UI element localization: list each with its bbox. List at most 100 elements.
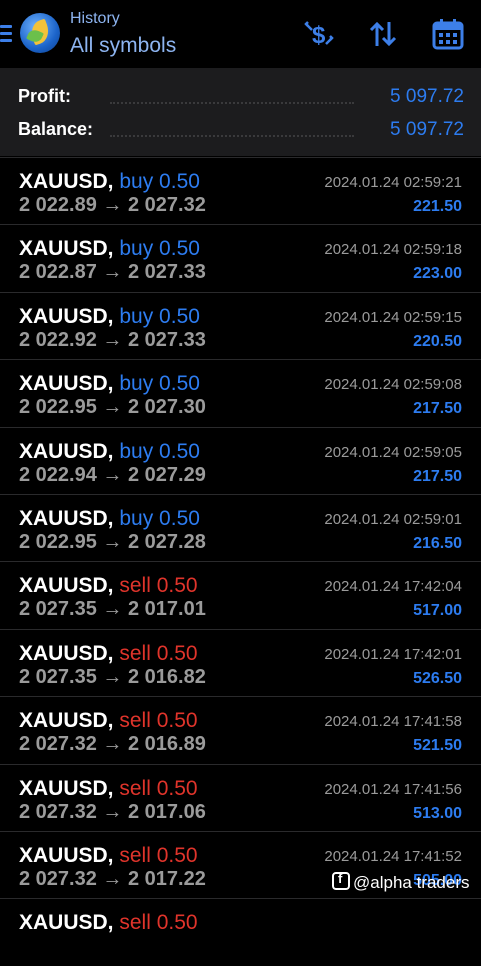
- trade-row[interactable]: XAUUSD, sell 0.50: [0, 898, 481, 965]
- symbol-name: XAUUSD,: [19, 304, 114, 328]
- trade-prices: 2 022.87 → 2 027.33: [19, 261, 206, 284]
- trade-side: buy 0.50: [119, 304, 200, 328]
- trade-side: buy 0.50: [119, 237, 200, 261]
- watermark: @alpha traders: [332, 871, 470, 893]
- symbol-name: XAUUSD,: [19, 237, 114, 261]
- trade-prices: 2 027.32 → 2 017.22: [19, 867, 206, 890]
- profit-label: Profit:: [18, 86, 71, 106]
- trade-profit: 223.00: [413, 265, 462, 283]
- symbol-name: XAUUSD,: [19, 709, 114, 733]
- trade-time: 2024.01.24 17:41:58: [324, 713, 462, 731]
- trade-prices: 2 027.35 → 2 017.01: [19, 598, 206, 621]
- trade-time: 2024.01.24 17:42:04: [324, 578, 462, 596]
- trade-symbol: XAUUSD, sell 0.50: [19, 777, 198, 801]
- trade-side: buy 0.50: [119, 372, 200, 396]
- trade-row[interactable]: XAUUSD, buy 0.50 2 022.87 → 2 027.33 2024.…: [0, 224, 481, 291]
- symbol-name: XAUUSD,: [19, 506, 114, 530]
- trade-time: 2024.01.24 02:59:05: [324, 443, 462, 461]
- trade-symbol: XAUUSD, buy 0.50: [19, 440, 200, 464]
- trade-time: 2024.01.24 17:41:52: [324, 847, 462, 865]
- trade-profit: 521.50: [413, 737, 462, 755]
- trade-symbol: XAUUSD, buy 0.50: [19, 372, 200, 396]
- trade-row[interactable]: XAUUSD, sell 0.50 2 027.35 → 2 017.01 2024…: [0, 561, 481, 628]
- calendar-icon[interactable]: [432, 18, 464, 50]
- balance-label: Balance:: [18, 119, 94, 139]
- trade-symbol: XAUUSD, sell 0.50: [19, 709, 198, 733]
- trade-profit: 526.50: [413, 669, 462, 687]
- account-summary: Profit: 5 097.72 Balance: 5 097.72: [0, 68, 481, 156]
- trade-prices: 2 027.32 → 2 016.89: [19, 733, 206, 756]
- trade-row[interactable]: XAUUSD, sell 0.50 2 027.32 → 2 016.89 2024…: [0, 696, 481, 763]
- trade-time: 2024.01.24 02:59:15: [324, 308, 462, 326]
- symbol-name: XAUUSD,: [19, 372, 114, 396]
- symbol-name: XAUUSD,: [19, 776, 114, 800]
- trade-profit: 217.50: [413, 467, 462, 485]
- trade-side: buy 0.50: [119, 439, 200, 463]
- trade-profit: 221.50: [413, 198, 462, 215]
- dollar-filter-icon[interactable]: $: [302, 18, 334, 50]
- trade-side: sell 0.50: [119, 709, 198, 733]
- profit-row: Profit: 5 097.72: [18, 86, 464, 112]
- balance-value: 5 097.72: [390, 119, 464, 140]
- trade-side: sell 0.50: [119, 574, 198, 598]
- trade-prices: 2 022.89 → 2 027.32: [19, 194, 206, 216]
- trade-prices: 2 022.94 → 2 027.29: [19, 463, 206, 486]
- profit-value: 5 097.72: [390, 86, 464, 107]
- trade-time: 2024.01.24 17:41:56: [324, 780, 462, 798]
- balance-row: Balance: 5 097.72: [18, 119, 464, 145]
- facebook-icon: [332, 871, 350, 890]
- trade-symbol: XAUUSD, buy 0.50: [19, 305, 200, 329]
- trade-symbol: XAUUSD, buy 0.50: [19, 237, 200, 261]
- trade-profit: 517.00: [413, 602, 462, 620]
- trade-row[interactable]: XAUUSD, buy 0.50 2 022.92 → 2 027.33 2024.…: [0, 291, 481, 359]
- trade-row[interactable]: XAUUSD, buy 0.50 2 022.94 → 2 027.29 2024.…: [0, 426, 481, 494]
- trade-row[interactable]: XAUUSD, sell 0.50 2 027.35 → 2 016.82 2024…: [0, 628, 481, 696]
- trade-side: sell 0.50: [119, 843, 198, 867]
- trade-time: 2024.01.24 17:42:01: [324, 645, 462, 663]
- watermark-text: @alpha traders: [353, 873, 470, 892]
- balance-dots: [110, 135, 354, 137]
- svg-text:$: $: [312, 22, 326, 49]
- trade-row[interactable]: XAUUSD, buy 0.50 2 022.95 → 2 027.28 2024.…: [0, 493, 481, 561]
- trade-side: buy 0.50: [119, 170, 200, 193]
- profit-dots: [110, 102, 354, 104]
- trade-row[interactable]: XAUUSD, sell 0.50 2 027.32 → 2 017.06 2024…: [0, 763, 481, 831]
- trade-prices: 2 022.92 → 2 027.33: [19, 328, 206, 351]
- trade-time: 2024.01.24 02:59:21: [324, 174, 462, 191]
- symbol-name: XAUUSD,: [19, 439, 114, 463]
- symbol-name: XAUUSD,: [19, 574, 114, 598]
- trade-time: 2024.01.24 02:59:01: [324, 510, 462, 528]
- menu-icon[interactable]: [0, 25, 12, 43]
- trade-side: buy 0.50: [119, 506, 200, 530]
- trade-profit: 513.00: [413, 804, 462, 822]
- trade-time: 2024.01.24 02:59:18: [324, 241, 462, 259]
- trade-side: sell 0.50: [119, 911, 198, 935]
- symbol-name: XAUUSD,: [19, 843, 114, 867]
- trade-row[interactable]: XAUUSD, buy 0.50 2 022.95 → 2 027.30 2024.…: [0, 359, 481, 426]
- symbol-name: XAUUSD,: [19, 911, 114, 935]
- trade-prices: 2 027.32 → 2 017.06: [19, 800, 206, 823]
- trade-profit: 217.50: [413, 400, 462, 418]
- trade-prices: 2 027.35 → 2 016.82: [19, 665, 206, 688]
- app-header: History All symbols $: [0, 0, 481, 68]
- trade-symbol: XAUUSD, sell 0.50: [19, 642, 198, 666]
- trade-symbol: XAUUSD, buy 0.50: [19, 507, 200, 531]
- metatrader-logo-icon: [20, 13, 60, 53]
- trade-row[interactable]: XAUUSD, buy 0.50 2 022.89 → 2 027.32 2024.…: [0, 157, 481, 224]
- symbol-name: XAUUSD,: [19, 170, 114, 193]
- trade-profit: 220.50: [413, 332, 462, 350]
- trade-symbol: XAUUSD, sell 0.50: [19, 574, 198, 598]
- trade-symbol: XAUUSD, buy 0.50: [19, 170, 200, 194]
- trade-list: XAUUSD, buy 0.50 2 022.89 → 2 027.32 2024.…: [0, 157, 481, 966]
- trade-symbol: XAUUSD, sell 0.50: [19, 844, 198, 868]
- sort-icon[interactable]: [367, 18, 399, 50]
- trade-time: 2024.01.24 02:59:08: [324, 376, 462, 394]
- symbol-name: XAUUSD,: [19, 641, 114, 665]
- trade-prices: 2 022.95 → 2 027.28: [19, 530, 206, 553]
- header-title[interactable]: All symbols: [70, 34, 176, 58]
- trade-prices: 2 022.95 → 2 027.30: [19, 396, 206, 419]
- trade-profit: 216.50: [413, 534, 462, 552]
- trade-side: sell 0.50: [119, 776, 198, 800]
- trade-symbol: XAUUSD, sell 0.50: [19, 911, 198, 935]
- trade-side: sell 0.50: [119, 641, 198, 665]
